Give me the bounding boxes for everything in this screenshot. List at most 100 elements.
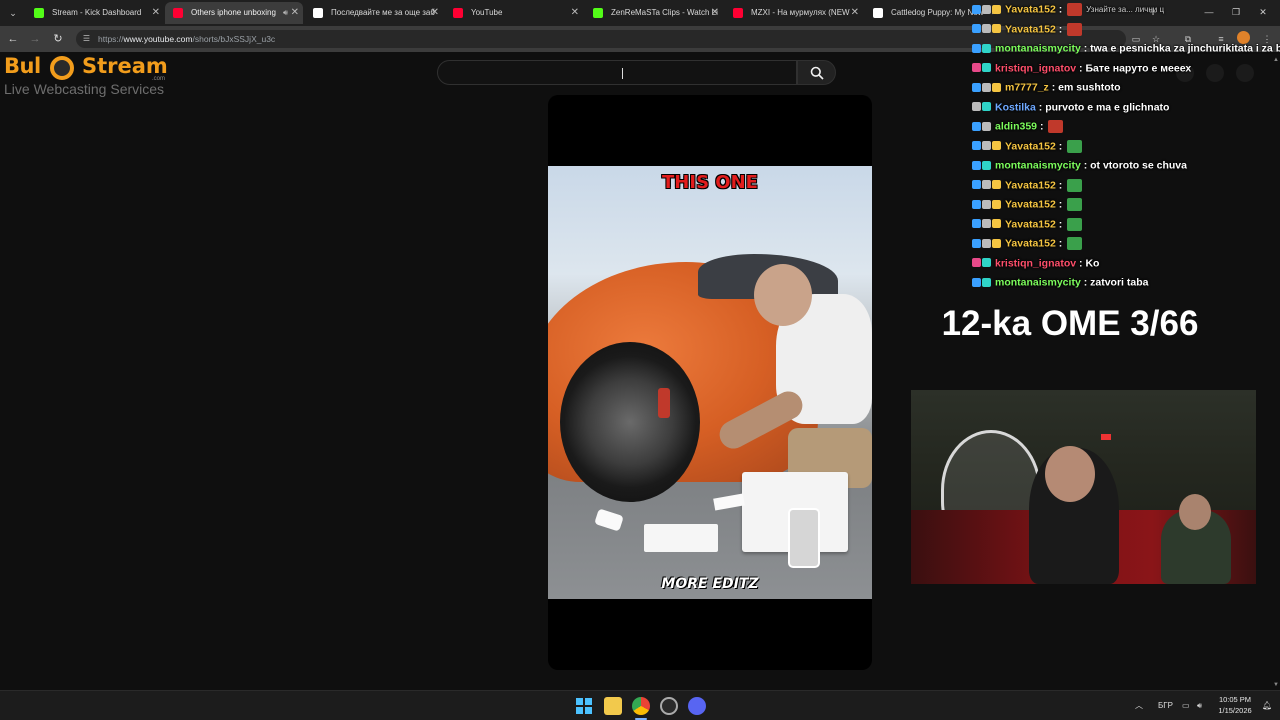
chat-badges (972, 195, 1002, 214)
scroll-down-arrow-icon[interactable]: ▼ (1272, 681, 1280, 689)
tab-audio-icon[interactable]: 🔊︎ (283, 2, 288, 24)
tab-close-icon[interactable]: ✕ (152, 2, 160, 24)
chat-badge-icon (972, 199, 981, 209)
chat-badges (972, 176, 1002, 195)
browser-tab[interactable]: YouTube ✕ (445, 2, 583, 24)
chat-badges (972, 234, 1002, 253)
chat-username[interactable]: Yavata152 (1005, 23, 1056, 35)
chat-badges (972, 98, 992, 117)
chat-username[interactable]: Yavata152 (1005, 218, 1056, 230)
tab-search-icon[interactable]: ⌄ (5, 5, 21, 21)
chat-badge-icon (972, 258, 981, 268)
chat-username[interactable]: Yavata152 (1005, 237, 1056, 249)
system-clock[interactable]: 10:05 PM 1/15/2026 (1210, 694, 1260, 716)
brake-caliper (658, 388, 670, 418)
browser-tab[interactable]: Stream - Kick Dashboard ✕ (26, 2, 164, 24)
search-button[interactable] (797, 60, 836, 85)
chat-username[interactable]: kristiqn_ignatov (995, 62, 1076, 74)
url-text[interactable]: https://www.youtube.com/shorts/bJxSSJjX_… (98, 30, 275, 48)
browser-tab[interactable]: ZenReMaSTa Clips - Watch Li ✕ (585, 2, 723, 24)
chat-separator: : (1080, 276, 1091, 289)
chat-emote-icon (1067, 139, 1083, 153)
chat-badge-icon (972, 43, 981, 53)
back-icon[interactable]: ← (6, 31, 20, 47)
chat-badge-icon (982, 121, 991, 131)
shorts-player[interactable]: THIS ONE MORE EDITZ (548, 95, 872, 670)
chat-badge-icon (972, 63, 981, 73)
chat-badge-icon (982, 219, 991, 229)
chat-username[interactable]: montanaismycity (995, 159, 1081, 171)
chat-username[interactable]: Kostilka (995, 101, 1036, 113)
tab-close-icon[interactable]: ✕ (711, 2, 719, 24)
chat-username[interactable]: montanaismycity (995, 276, 1081, 288)
browser-tab[interactable]: Others iphone unboxing 🔊︎ ✕ (165, 2, 303, 24)
tray-overflow-icon[interactable]: ︿ (1135, 691, 1143, 720)
clock-time: 10:05 PM (1218, 695, 1252, 704)
packaging-piece (713, 493, 745, 511)
chat-message: Yavata152 : (972, 234, 1083, 253)
chat-badge-icon (992, 180, 1001, 190)
logo-ring-icon (50, 56, 74, 80)
browser-tab[interactable]: MZXI - На мурмулях (NEW ✕ (725, 2, 863, 24)
file-explorer-icon[interactable] (604, 697, 622, 715)
chat-username[interactable]: kristiqn_ignatov (995, 257, 1076, 269)
chat-badge-icon (982, 102, 991, 112)
chat-badge-icon (972, 219, 981, 229)
shorts-video[interactable]: THIS ONE MORE EDITZ (548, 166, 872, 599)
chat-username[interactable]: Yavata152 (1005, 179, 1056, 191)
chat-badge-icon (972, 238, 981, 248)
chat-badges (972, 20, 1002, 39)
volume-icon[interactable]: 🔊︎ (1197, 691, 1202, 720)
obs-icon[interactable] (660, 697, 678, 715)
chat-emote-icon (1067, 3, 1083, 16)
chat-badge-icon (972, 160, 981, 170)
tab-close-icon[interactable]: ✕ (291, 2, 299, 24)
chat-badge-icon (992, 82, 1001, 92)
tab-close-icon[interactable]: ✕ (571, 2, 579, 24)
tab-favicon-icon (313, 8, 323, 18)
chat-message: Yavata152 : Узнайте за... лични ц (972, 0, 1164, 19)
chat-separator: : (1048, 81, 1059, 94)
chat-username[interactable]: m7777_z (1005, 81, 1049, 93)
chat-separator: : (1037, 120, 1047, 133)
person-head (754, 264, 812, 326)
tab-close-icon[interactable]: ✕ (431, 2, 439, 24)
chat-badges (972, 273, 992, 292)
address-bar[interactable]: ☰ https://www.youtube.com/shorts/bJxSSJj… (76, 30, 1126, 48)
scroll-up-arrow-icon[interactable]: ▲ (1272, 56, 1280, 64)
tab-close-icon[interactable]: ✕ (851, 2, 859, 24)
chat-username[interactable]: Yavata152 (1005, 140, 1056, 152)
chat-badge-icon (972, 4, 981, 14)
chrome-icon[interactable] (632, 697, 650, 715)
chat-badge-icon (982, 63, 991, 73)
chat-separator: : (1055, 217, 1066, 230)
chat-username[interactable]: Yavata152 (1005, 3, 1056, 15)
chat-username[interactable]: aldin359 (995, 120, 1037, 132)
chat-text: Бате наруто е мееех (1085, 61, 1192, 74)
chat-message: Yavata152 : (972, 215, 1083, 234)
chat-separator: : (1035, 100, 1046, 113)
forward-icon[interactable]: → (28, 31, 42, 47)
notification-bell-icon[interactable]: 🔔︎ (1262, 691, 1272, 720)
chat-separator: : (1055, 3, 1066, 16)
input-language[interactable]: БГР (1158, 691, 1173, 720)
chat-badge-icon (992, 238, 1001, 248)
tab-title: MZXI - На мурмулях (NEW (751, 8, 850, 17)
streamer-face (1045, 446, 1095, 502)
chat-message: Yavata152 : (972, 176, 1083, 195)
search-input[interactable] (437, 60, 797, 85)
chat-username[interactable]: montanaismycity (995, 42, 1081, 54)
browser-tab[interactable]: Последвайте ме за още заб ✕ (305, 2, 443, 24)
network-icon[interactable]: ▭ (1182, 691, 1190, 720)
windows-start-icon[interactable] (576, 698, 592, 714)
chat-badges (972, 0, 1002, 19)
chat-username[interactable]: Yavata152 (1005, 198, 1056, 210)
site-info-icon[interactable]: ☰ (81, 33, 92, 44)
chat-message: Yavata152 : (972, 20, 1083, 39)
reload-icon[interactable]: ↻ (51, 31, 65, 47)
video-caption-bottom: MORE EDITZ (661, 576, 759, 592)
chat-badge-icon (982, 43, 991, 53)
discord-icon[interactable] (688, 697, 706, 715)
chat-separator: : (1055, 178, 1066, 191)
chat-message: montanaismycity : zatvori taba (972, 273, 1148, 292)
